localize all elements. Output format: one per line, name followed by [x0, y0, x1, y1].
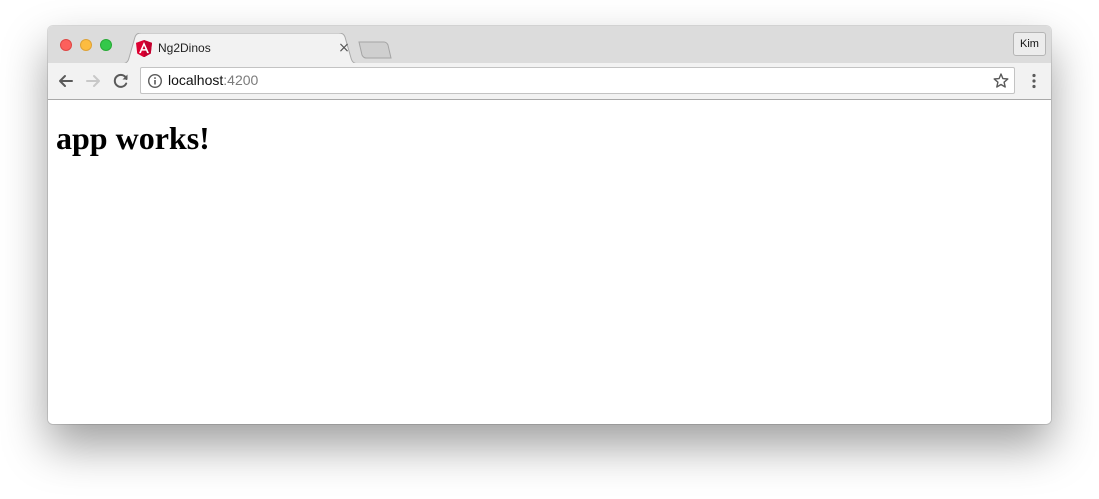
profile-button[interactable]: Kim — [1013, 32, 1046, 56]
reload-icon[interactable] — [111, 71, 131, 91]
toolbar: localhost:4200 — [48, 63, 1051, 100]
angular-icon — [136, 40, 152, 58]
new-tab-button[interactable] — [358, 41, 392, 59]
forward-arrow-icon[interactable] — [83, 71, 103, 91]
url-port: :4200 — [223, 72, 259, 88]
minimize-window-button[interactable] — [80, 39, 92, 51]
menu-dots-icon[interactable] — [1025, 72, 1043, 90]
maximize-window-button[interactable] — [100, 39, 112, 51]
page-content: app works! — [48, 100, 1051, 424]
tab-background — [120, 33, 360, 64]
back-arrow-icon[interactable] — [56, 71, 76, 91]
title-bar: Ng2Dinos × Kim — [48, 26, 1051, 64]
info-icon[interactable] — [147, 73, 163, 89]
browser-window: Ng2Dinos × Kim localhost:4200 app works! — [48, 26, 1051, 424]
address-bar[interactable]: localhost:4200 — [140, 67, 1015, 94]
tab-close-icon[interactable]: × — [336, 40, 352, 56]
tab-active[interactable]: Ng2Dinos × — [120, 33, 360, 64]
page-heading: app works! — [56, 120, 210, 156]
url-host: localhost — [168, 72, 224, 88]
tab-title: Ng2Dinos — [158, 41, 211, 55]
url-text[interactable]: localhost:4200 — [168, 72, 258, 88]
bookmark-star-icon[interactable] — [992, 72, 1010, 90]
close-window-button[interactable] — [60, 39, 72, 51]
